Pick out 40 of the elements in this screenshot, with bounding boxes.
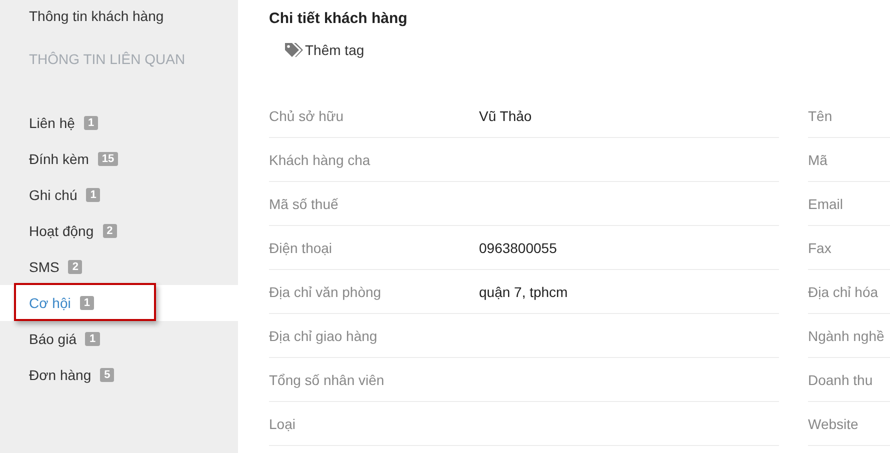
field-label: Fax <box>808 240 832 256</box>
field-value: Vũ Thảo <box>479 108 532 124</box>
sidebar-item[interactable]: Hoạt động 2 <box>0 213 238 249</box>
sidebar-link[interactable]: Thông tin khách hàng <box>0 0 238 24</box>
sidebar-item[interactable]: SMS 2 <box>0 249 238 285</box>
field-label: Điện thoại <box>269 240 334 256</box>
field-label: Loại <box>269 416 296 432</box>
field-label: Địa chỉ văn phòng <box>269 284 382 300</box>
field-label: Tổng số nhân viên <box>269 372 386 388</box>
field-label: Tên <box>808 108 834 124</box>
sidebar-item[interactable]: Ghi chú 1 <box>0 177 238 213</box>
section-title: Chi tiết khách hàng <box>269 10 408 27</box>
count-badge: 5 <box>100 368 114 382</box>
count-badge: 1 <box>80 296 94 310</box>
field-label: Khách hàng cha <box>269 152 372 168</box>
count-badge: 2 <box>68 260 82 274</box>
sidebar-item[interactable]: Đơn hàng 5 <box>0 357 238 393</box>
sidebar-item[interactable]: Liên hệ 1 <box>0 105 238 141</box>
count-badge: 1 <box>86 188 100 202</box>
count-badge: 1 <box>85 332 100 346</box>
tag-icon <box>284 42 304 58</box>
field-value: quận 7, tphcm <box>479 284 568 300</box>
field-value: 0963800055 <box>479 240 557 256</box>
field-label: Email <box>808 196 844 212</box>
field-label: Chủ sở hữu <box>269 108 345 124</box>
field-label: Website <box>808 416 860 432</box>
add-tag-link[interactable]: Thêm tag <box>284 42 364 58</box>
count-badge: 2 <box>102 224 117 238</box>
sidebar-item[interactable]: Báo giá 1 <box>0 321 238 357</box>
field-label: Ngành nghề <box>808 328 886 344</box>
sidebar-item[interactable]: Cơ hội 1 <box>0 285 238 321</box>
sidebar-item[interactable]: Đính kèm 15 <box>0 141 238 177</box>
section-heading: THÔNG TIN LIÊN QUAN <box>28 50 186 67</box>
field-label: Mã <box>808 152 828 168</box>
count-badge: 1 <box>84 116 98 130</box>
field-label: Địa chỉ giao hàng <box>269 328 378 344</box>
field-label: Mã số thuế <box>269 196 340 212</box>
field-label: Địa chỉ hóa <box>808 284 880 300</box>
count-badge: 15 <box>98 152 118 166</box>
field-label: Doanh thu <box>808 372 874 388</box>
